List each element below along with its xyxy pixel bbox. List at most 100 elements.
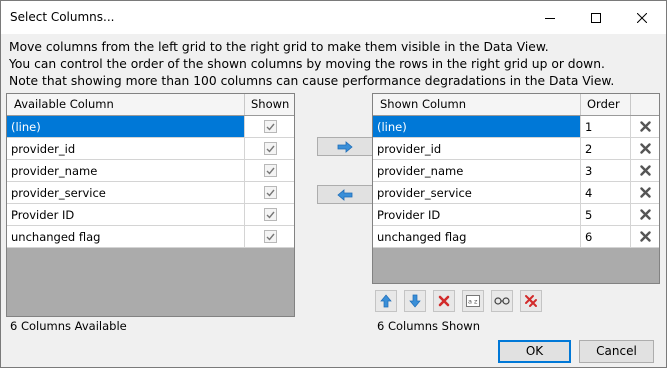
sort-az-button[interactable]: az [462, 290, 484, 312]
ok-button[interactable]: OK [498, 340, 571, 363]
shown-column-name[interactable]: provider_service [373, 182, 581, 204]
order-cell[interactable]: 5 [581, 204, 631, 226]
available-row[interactable]: provider_id [7, 138, 294, 160]
shown-checkbox[interactable] [263, 120, 277, 133]
available-column-name[interactable]: (line) [7, 116, 245, 138]
available-row[interactable]: (line) [7, 116, 294, 138]
shown-column-name[interactable]: provider_id [373, 138, 581, 160]
title-bar: Select Columns... [1, 1, 666, 34]
shown-cell[interactable] [245, 138, 294, 160]
shown-row[interactable]: (line) 1 [373, 116, 659, 138]
checkmark-icon [266, 167, 275, 175]
available-column-name[interactable]: provider_service [7, 182, 245, 204]
arrow-left-icon [337, 188, 353, 201]
shown-cell[interactable] [245, 226, 294, 248]
delete-row-button[interactable] [631, 116, 659, 138]
shown-columns-grid[interactable]: Shown Column Order (line) 1 provider_id 2 pr… [372, 93, 660, 284]
arrow-right-icon [337, 140, 353, 153]
shown-column-name[interactable]: provider_name [373, 160, 581, 182]
available-column-name[interactable]: Provider ID [7, 204, 245, 226]
delete-icon [640, 121, 651, 132]
move-down-icon [409, 294, 421, 308]
maximize-icon [591, 12, 601, 23]
minimize-icon [545, 17, 555, 19]
glasses-button[interactable] [491, 290, 513, 312]
shown-grid-header: Shown Column Order [373, 94, 659, 116]
delete-icon [640, 187, 651, 198]
shown-row[interactable]: Provider ID 5 [373, 204, 659, 226]
checkmark-icon [266, 123, 275, 131]
shown-row[interactable]: unchanged flag 6 [373, 226, 659, 248]
close-icon [637, 12, 647, 23]
move-up-icon [380, 294, 392, 308]
order-cell[interactable]: 6 [581, 226, 631, 248]
glasses-icon [494, 297, 510, 305]
delete-row-button[interactable] [631, 204, 659, 226]
svg-text:z: z [474, 298, 478, 306]
delete-row-button[interactable] [631, 160, 659, 182]
checkmark-icon [266, 211, 275, 219]
shown-checkbox[interactable] [263, 164, 277, 177]
shown-checkbox[interactable] [263, 208, 277, 221]
move-up-button[interactable] [375, 290, 397, 312]
shown-row[interactable]: provider_service 4 [373, 182, 659, 204]
delete-row-button[interactable] [631, 226, 659, 248]
shown-column-header[interactable]: Shown Column [373, 94, 581, 115]
available-count: 6 Columns Available [10, 319, 127, 333]
shown-checkbox[interactable] [263, 142, 277, 155]
shown-cell[interactable] [245, 116, 294, 138]
available-column-name[interactable]: unchanged flag [7, 226, 245, 248]
shown-row[interactable]: provider_name 3 [373, 160, 659, 182]
order-header[interactable]: Order [581, 94, 631, 115]
delete-row-button[interactable] [631, 138, 659, 160]
delete-icon [640, 209, 651, 220]
available-row[interactable]: unchanged flag [7, 226, 294, 248]
move-right-button[interactable] [317, 137, 373, 156]
order-cell[interactable]: 4 [581, 182, 631, 204]
shown-column-name[interactable]: (line) [373, 116, 581, 138]
remove-button[interactable] [433, 290, 455, 312]
cancel-button[interactable]: Cancel [579, 340, 654, 363]
remove-icon [438, 295, 450, 307]
shown-cell[interactable] [245, 160, 294, 182]
available-columns-grid[interactable]: Available Column Shown (line) provider_id… [6, 93, 295, 317]
shown-row[interactable]: provider_id 2 [373, 138, 659, 160]
delete-icon [640, 143, 651, 154]
shown-column-name[interactable]: Provider ID [373, 204, 581, 226]
maximize-button[interactable] [573, 1, 619, 34]
remove-all-button[interactable] [520, 290, 542, 312]
shown-header[interactable]: Shown [245, 94, 294, 115]
delete-header [631, 94, 659, 115]
instructions: Move columns from the left grid to the r… [9, 39, 659, 90]
sort-az-icon: az [466, 295, 480, 307]
shown-cell[interactable] [245, 182, 294, 204]
window-title: Select Columns... [10, 10, 115, 24]
instruction-line: Move columns from the left grid to the r… [9, 40, 549, 54]
shown-column-name[interactable]: unchanged flag [373, 226, 581, 248]
order-cell[interactable]: 1 [581, 116, 631, 138]
svg-text:a: a [468, 298, 472, 306]
select-columns-dialog: Select Columns... Move columns from the … [0, 0, 667, 368]
order-cell[interactable]: 2 [581, 138, 631, 160]
shown-checkbox[interactable] [263, 186, 277, 199]
move-down-button[interactable] [404, 290, 426, 312]
shown-count: 6 Columns Shown [377, 319, 480, 333]
available-grid-header: Available Column Shown [7, 94, 294, 116]
minimize-button[interactable] [527, 1, 573, 34]
remove-all-icon [525, 295, 537, 307]
shown-cell[interactable] [245, 204, 294, 226]
available-row[interactable]: Provider ID [7, 204, 294, 226]
delete-row-button[interactable] [631, 182, 659, 204]
available-column-header[interactable]: Available Column [7, 94, 245, 115]
shown-checkbox[interactable] [263, 230, 277, 243]
checkmark-icon [266, 189, 275, 197]
delete-icon [640, 231, 651, 242]
available-column-name[interactable]: provider_name [7, 160, 245, 182]
instruction-line: Note that showing more than 100 columns … [9, 74, 615, 88]
available-row[interactable]: provider_name [7, 160, 294, 182]
close-button[interactable] [619, 1, 665, 34]
available-column-name[interactable]: provider_id [7, 138, 245, 160]
order-cell[interactable]: 3 [581, 160, 631, 182]
available-row[interactable]: provider_service [7, 182, 294, 204]
move-left-button[interactable] [317, 185, 373, 204]
